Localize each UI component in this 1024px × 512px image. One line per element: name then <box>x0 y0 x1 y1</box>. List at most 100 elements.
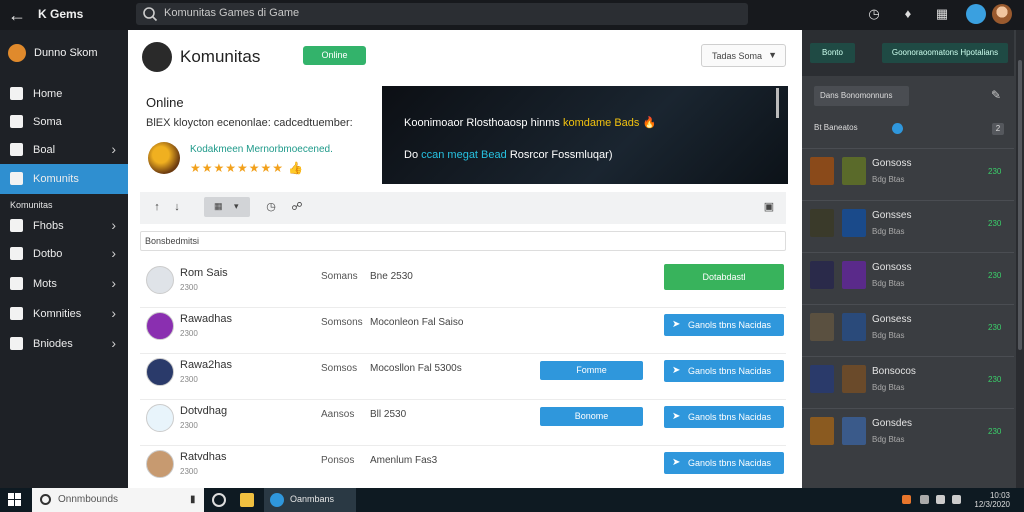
info-heading: Online <box>146 95 184 110</box>
list-item-sub: Bdg Btas <box>872 227 905 236</box>
send-icon: ➤ <box>672 411 681 422</box>
file-explorer-icon[interactable] <box>240 493 254 507</box>
main-panel: Komunitas Online Tadas Soma ▼ Online BlE… <box>128 30 802 492</box>
windows-start-icon[interactable] <box>8 493 22 507</box>
list-item[interactable]: Gonsoss Bdg Btas 230 <box>802 252 1014 302</box>
sidebar-item-dotbo[interactable]: Dotbo › <box>0 239 128 269</box>
row-action-label: Ganols tbns Nacidas <box>688 458 772 468</box>
table-row[interactable]: Rawa2has 2300 Somsos Mocosllon Fal 5300s Fom… <box>140 354 786 400</box>
game-thumbnail <box>810 157 834 185</box>
list-item[interactable]: Gonsoss Bdg Btas 230 <box>802 148 1014 198</box>
right-panel-scrollbar[interactable] <box>1016 30 1024 488</box>
taskbar: Onnmbounds ▮ Oanmbans 10:03 12/3/2020 <box>0 488 1024 512</box>
game-thumbnail <box>842 157 866 185</box>
table-row[interactable]: Rawadhas 2300 Somsons Moconleon Fal Saiso ➤ G… <box>140 308 786 354</box>
table-row[interactable]: Dotvdhag 2300 Aansos Bll 2530 Bonome ➤ Ganols … <box>140 400 786 446</box>
task-view-icon[interactable] <box>212 493 226 507</box>
clock-icon[interactable]: ◷ <box>866 6 882 22</box>
book-icon <box>10 143 23 156</box>
info-card: Online BlEX kloycton ecenonlae: cadcedtu… <box>140 84 382 186</box>
avatar <box>146 312 174 340</box>
filter-input[interactable]: Bonsbedmitsi <box>140 231 786 251</box>
row-name[interactable]: Rom Sais <box>180 267 228 279</box>
list-item[interactable]: Gonsess Bdg Btas 230 <box>802 304 1014 354</box>
app-brand[interactable]: K Gems <box>38 7 83 21</box>
sidebar-item-boal[interactable]: Boal › <box>0 135 128 165</box>
taskbar-app-label: Oanmbans <box>290 494 335 504</box>
microphone-icon[interactable]: ▮ <box>190 494 196 505</box>
row-col-2: Mocosllon Fal 5300s <box>370 363 462 374</box>
row-action-button[interactable]: ➤ Ganols tbns Nacidas <box>664 360 784 382</box>
avatar <box>146 266 174 294</box>
row-action-button[interactable]: Dotabdastl <box>664 264 784 290</box>
row-col-1: Somsons <box>321 317 363 328</box>
tray-chevron-icon[interactable] <box>920 495 929 504</box>
sidebar-item-soma[interactable]: Soma <box>0 107 128 137</box>
grid-icon[interactable]: ▦ <box>934 6 950 22</box>
sidebar-item-label: Komnities <box>33 308 82 320</box>
banner-scrollbar[interactable] <box>776 88 779 118</box>
right-panel-button-2[interactable]: Goonoraoomatons Hpotalians <box>882 43 1008 63</box>
link-icon[interactable]: ☍ <box>290 200 304 214</box>
taskbar-clock[interactable]: 10:03 12/3/2020 <box>970 491 1010 509</box>
sidebar-item-home[interactable]: Home <box>0 79 128 109</box>
notification-avatar[interactable] <box>966 4 986 24</box>
volume-icon[interactable] <box>952 495 961 504</box>
row-action-button[interactable]: ➤ Ganols tbns Nacidas <box>664 406 784 428</box>
save-icon[interactable]: ▣ <box>762 200 776 214</box>
clock-icon[interactable]: ◷ <box>264 200 278 214</box>
game-thumbnail <box>842 261 866 289</box>
row-name[interactable]: Rawa2has <box>180 359 232 371</box>
chevron-right-icon: › <box>111 141 116 157</box>
avatar <box>146 450 174 478</box>
download-icon[interactable]: ↓ <box>170 200 184 214</box>
sidebar-item-mots[interactable]: Mots › <box>0 269 128 299</box>
sidebar-item-fhobs[interactable]: Fhobs › <box>0 211 128 241</box>
scroll-thumb[interactable] <box>1018 60 1022 350</box>
list-item[interactable]: Gonsdes Bdg Btas 230 <box>802 408 1014 458</box>
taskbar-app[interactable]: Oanmbans <box>264 488 356 512</box>
online-badge[interactable]: Online <box>303 46 366 65</box>
row-action-button[interactable]: ➤ Ganols tbns Nacidas <box>664 314 784 336</box>
network-icon[interactable] <box>936 495 945 504</box>
search-bar[interactable]: Komunitas Games di Game <box>136 3 748 25</box>
tray-app-icon[interactable] <box>902 495 911 504</box>
upload-icon[interactable]: ↑ <box>150 200 164 214</box>
send-icon: ➤ <box>672 319 681 330</box>
list-item-name: Gonsoss <box>872 262 912 273</box>
list-item[interactable]: Gonsses Bdg Btas 230 <box>802 200 1014 250</box>
view-toggle-button[interactable]: ▦ ▾ <box>204 197 250 217</box>
sidebar-item-komunits[interactable]: Komunits <box>0 164 128 194</box>
row-col-2: Moconleon Fal Saiso <box>370 317 464 328</box>
row-action-button[interactable]: ➤ Ganols tbns Nacidas <box>664 452 784 474</box>
row-name[interactable]: Rawadhas <box>180 313 232 325</box>
taskbar-search[interactable]: Onnmbounds ▮ <box>32 488 204 512</box>
table-row[interactable]: Ratvdhas 2300 Ponsos Amenlum Fas3 ➤ Ganols tb… <box>140 446 786 492</box>
table-row[interactable]: Rom Sais 2300 Somans Bne 2530 Dotabdastl <box>140 262 786 308</box>
game-thumbnail <box>810 417 834 445</box>
shield-icon[interactable]: ♦ <box>900 6 916 22</box>
right-panel-search[interactable]: Dans Bonomonnuns <box>814 86 909 106</box>
list-item-name: Gonsess <box>872 314 912 325</box>
row-name[interactable]: Dotvdhag <box>180 405 227 417</box>
row-action-label: Ganols tbns Nacidas <box>688 412 772 422</box>
sort-dropdown[interactable]: Tadas Soma ▼ <box>701 44 786 67</box>
row-col-1: Aansos <box>321 409 355 420</box>
back-arrow-icon[interactable]: ← <box>6 4 28 26</box>
list-item-sub: Bdg Btas <box>872 175 905 184</box>
search-input[interactable]: Komunitas Games di Game <box>164 7 299 19</box>
row-name[interactable]: Ratvdhas <box>180 451 226 463</box>
home-icon <box>10 87 23 100</box>
sidebar-item-bniodes[interactable]: Bniodes › <box>0 329 128 359</box>
list-item-sub: Bdg Btas <box>872 435 905 444</box>
edit-icon[interactable]: ✎ <box>991 88 1001 102</box>
user-avatar[interactable] <box>992 4 1012 24</box>
right-panel-button-1[interactable]: Bonto <box>810 43 855 63</box>
sidebar-item-komnities[interactable]: Komnities › <box>0 299 128 329</box>
list-item[interactable]: Bonsocos Bdg Btas 230 <box>802 356 1014 406</box>
list-item-name: Gonsses <box>872 210 912 221</box>
row-mid-button[interactable]: Fomme <box>540 361 643 380</box>
row-mid-button[interactable]: Bonome <box>540 407 643 426</box>
info-link[interactable]: Kodakmeen Mernorbmoecened. <box>190 144 333 155</box>
promo-banner[interactable]: Koonimoaor Rlosthoaosp hinms komdame Bad… <box>382 86 788 184</box>
